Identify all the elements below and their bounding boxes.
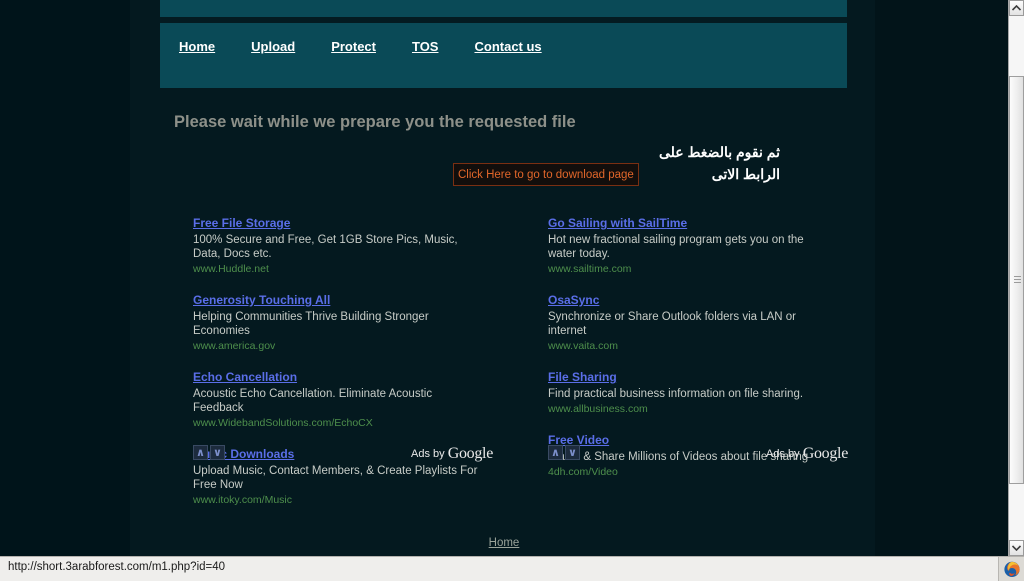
download-link-box[interactable]: Click Here to go to download page <box>453 163 639 186</box>
ads-next-icon[interactable]: ∨ <box>210 445 225 460</box>
nav-link-list: Home Upload Protect TOS Contact us <box>179 39 542 54</box>
scroll-up-button[interactable] <box>1009 0 1024 16</box>
chevron-down-icon <box>1012 545 1021 551</box>
ads-pager-right: ∧ ∨ <box>548 445 580 460</box>
ads-by-text: Ads by <box>411 448 445 460</box>
ad-display-url: www.america.gov <box>193 340 276 352</box>
page-right-gutter <box>875 0 1008 556</box>
browser-status-bar: http://short.3arabforest.com/m1.php?id=4… <box>0 556 1024 581</box>
ads-column-left: Free File Storage 100% Secure and Free, … <box>193 214 493 522</box>
ads-by-text: Ads by <box>766 448 800 460</box>
ad-description: 100% Secure and Free, Get 1GB Store Pics… <box>193 234 458 260</box>
ad-title-link[interactable]: Echo Cancellation <box>193 370 297 385</box>
google-wordmark: Google <box>802 445 849 462</box>
ad-description: Synchronize or Share Outlook folders via… <box>548 311 797 337</box>
google-wordmark: Google <box>447 445 494 462</box>
status-bar-url: http://short.3arabforest.com/m1.php?id=4… <box>8 561 226 573</box>
footer: Home <box>0 533 1008 551</box>
ad-unit: Go Sailing with SailTime Hot new fractio… <box>548 214 848 276</box>
ad-unit: Echo Cancellation Acoustic Echo Cancella… <box>193 368 493 430</box>
ad-title-link[interactable]: Generosity Touching All <box>193 293 330 308</box>
nav-item-protect[interactable]: Protect <box>331 39 376 54</box>
ad-title-link[interactable]: File Sharing <box>548 370 617 385</box>
header-top-strip <box>160 0 847 17</box>
scroll-down-button[interactable] <box>1009 540 1024 556</box>
ad-title-link[interactable]: OsaSync <box>548 293 599 308</box>
page-title: Please wait while we prepare you the req… <box>174 113 576 131</box>
ad-display-url: www.itoky.com/Music <box>193 494 292 506</box>
ad-description: Hot new fractional sailing program gets … <box>548 234 804 260</box>
vertical-scrollbar[interactable] <box>1008 0 1024 556</box>
ads-footer-left: ∧ ∨ Ads by Google <box>193 445 493 465</box>
click-here-download-link[interactable]: Click Here to go to download page <box>458 169 634 181</box>
ad-display-url: www.Huddle.net <box>193 263 269 275</box>
ad-display-url: www.WidebandSolutions.com/EchoCX <box>193 417 373 429</box>
status-bar-tray <box>998 557 1024 581</box>
browser-viewport: Home Upload Protect TOS Contact us Pleas… <box>0 0 1008 556</box>
ad-description: Acoustic Echo Cancellation. Eliminate Ac… <box>193 388 433 414</box>
ad-description: Find practical business information on f… <box>548 388 804 400</box>
ads-prev-icon[interactable]: ∧ <box>193 445 208 460</box>
scrollbar-thumb[interactable] <box>1009 76 1024 484</box>
site-navbar: Home Upload Protect TOS Contact us <box>160 23 847 88</box>
scrollbar-grip-icon <box>1014 276 1021 285</box>
ad-display-url: www.allbusiness.com <box>548 403 648 415</box>
ad-unit: Free File Storage 100% Secure and Free, … <box>193 214 493 276</box>
ads-by-google-label[interactable]: Ads by Google <box>411 445 493 463</box>
nav-item-tos[interactable]: TOS <box>412 39 439 54</box>
ad-unit: OsaSync Synchronize or Share Outlook fol… <box>548 291 848 353</box>
arabic-instruction-line-1: ثم نقوم بالضغط على <box>658 144 780 160</box>
nav-item-upload[interactable]: Upload <box>251 39 295 54</box>
nav-item-home[interactable]: Home <box>179 39 215 54</box>
ads-footer-right: ∧ ∨ Ads by Google <box>548 445 848 465</box>
ads-by-google-label[interactable]: Ads by Google <box>766 445 848 463</box>
ad-description: Helping Communities Thrive Building Stro… <box>193 311 429 337</box>
scrollbar-track[interactable] <box>1009 16 1024 540</box>
ad-title-link[interactable]: Free File Storage <box>193 216 290 231</box>
ad-display-url: www.vaita.com <box>548 340 619 352</box>
ad-display-url: www.sailtime.com <box>548 263 632 275</box>
ad-unit: Generosity Touching All Helping Communit… <box>193 291 493 353</box>
ads-prev-icon[interactable]: ∧ <box>548 445 563 460</box>
firefox-icon <box>1004 561 1020 577</box>
ad-title-link[interactable]: Go Sailing with SailTime <box>548 216 687 231</box>
ad-description: Upload Music, Contact Members, & Create … <box>193 465 478 491</box>
ads-next-icon[interactable]: ∨ <box>565 445 580 460</box>
ads-pager-left: ∧ ∨ <box>193 445 225 460</box>
chevron-up-icon <box>1012 5 1021 11</box>
ad-unit: File Sharing Find practical business inf… <box>548 368 848 416</box>
nav-item-contact-us[interactable]: Contact us <box>474 39 541 54</box>
footer-home-link[interactable]: Home <box>489 537 520 549</box>
ad-display-url: 4dh.com/Video <box>548 466 618 478</box>
